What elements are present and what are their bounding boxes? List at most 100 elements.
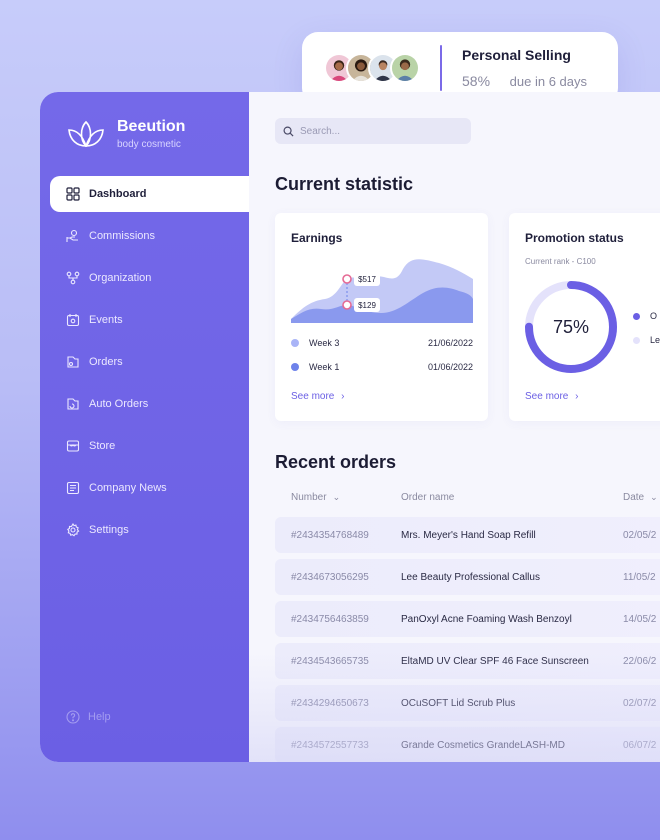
promotion-subtitle: Current rank - C100 [525,257,596,266]
hand-coin-icon [66,229,78,242]
order-date: 02/07/2 [623,697,657,709]
promotion-see-more-link[interactable]: See more › [525,391,578,402]
news-icon [66,481,80,495]
search-bar [275,118,471,144]
sidebar-item-label: Settings [89,524,129,536]
sidebar-item-label: Events [89,314,123,326]
order-name: Lee Beauty Professional Callus [401,571,540,583]
earnings-card: Earnings $517 $129 Week 3 21/06/2022 Wee… [275,213,488,421]
order-date: 02/05/2 [623,529,657,541]
app-window: Beeution body cosmetic Dashboard Commiss… [40,92,660,762]
promotion-donut-chart: 75% [525,281,617,373]
brand[interactable]: Beeution body cosmetic [65,118,185,150]
legend-dot [291,363,299,371]
help-link[interactable]: Help [66,710,111,724]
table-row[interactable]: #2434572557733 Grande Cosmetics GrandeLA… [275,727,660,762]
earnings-title: Earnings [291,231,343,245]
main-content: Current statistic Earnings $517 $129 Wee… [249,92,660,762]
sidebar-item-dashboard[interactable]: Dashboard [50,176,249,212]
legend-dot [633,336,640,344]
legend-week-3: Week 3 21/06/2022 [291,338,473,348]
legend-dot [291,339,299,347]
promotion-title: Promotion status [525,231,624,245]
gear-icon [67,523,80,537]
column-header-number[interactable]: Number ⌄ [291,492,340,503]
order-date: 22/06/2 [623,655,657,667]
chevron-down-icon: ⌄ [332,492,341,502]
order-name: PanOxyl Acne Foaming Wash Benzoyl [401,613,572,625]
promotion-status-card: Promotion status Current rank - C100 75%… [509,213,660,421]
order-number: #2434673056295 [291,571,369,583]
search-input[interactable] [300,125,460,137]
table-row[interactable]: #2434543665735 EltaMD UV Clear SPF 46 Fa… [275,643,660,679]
due-text: due in 6 days [509,74,587,89]
see-more-label: See more [525,391,569,402]
sidebar-item-company-news[interactable]: Company News [50,470,249,506]
help-label: Help [88,711,111,723]
earnings-see-more-link[interactable]: See more › [291,391,344,402]
order-name: EltaMD UV Clear SPF 46 Face Sunscreen [401,655,589,667]
auto-orders-icon [67,398,79,410]
sidebar-item-events[interactable]: Events [50,302,249,338]
chart-label-bottom: $129 [358,301,376,310]
order-number: #2434572557733 [291,739,369,751]
legend-date: 01/06/2022 [427,362,473,372]
sidebar-nav: Dashboard Commissions Organization Event… [50,176,249,554]
chevron-right-icon: › [575,391,579,402]
promotion-legend-2: Le [633,335,660,345]
recent-orders-title: Recent orders [275,452,397,472]
store-icon [66,440,80,452]
order-number: #2434756463859 [291,613,369,625]
sidebar-item-organization[interactable]: Organization [50,260,249,296]
chevron-down-icon: ⌄ [650,492,658,502]
column-label: Number [291,492,327,503]
help-icon [66,710,80,724]
legend-label: O [650,311,658,321]
org-icon [66,271,80,285]
personal-selling-title: Personal Selling [462,47,571,63]
sidebar-item-commissions[interactable]: Commissions [50,218,249,254]
promotion-legend-1: O [633,311,657,321]
order-number: #2434294650673 [291,697,369,709]
table-row[interactable]: #2434756463859 PanOxyl Acne Foaming Wash… [275,601,660,637]
brand-tagline: body cosmetic [117,139,181,150]
divider [440,45,442,91]
column-label: Date [623,492,645,503]
sidebar: Beeution body cosmetic Dashboard Commiss… [40,92,249,762]
legend-label: Week 3 [309,338,340,348]
sidebar-item-settings[interactable]: Settings [50,512,249,548]
column-header-date[interactable]: Date ⌄ [623,492,658,503]
table-row[interactable]: #2434354768489 Mrs. Meyer's Hand Soap Re… [275,517,660,553]
personal-selling-percent: 58% [462,73,491,89]
legend-dot [633,312,640,320]
chart-label-top: $517 [358,275,376,284]
sidebar-item-auto-orders[interactable]: Auto Orders [50,386,249,422]
legend-date: 21/06/2022 [427,338,473,348]
chart-point-bottom[interactable] [342,300,352,310]
order-number: #2434354768489 [291,529,369,541]
sidebar-item-orders[interactable]: Orders [50,344,249,380]
table-row[interactable]: #2434294650673 OCuSOFT Lid Scrub Plus 02… [275,685,660,721]
sidebar-item-label: Auto Orders [89,398,149,410]
table-row[interactable]: #2434673056295 Lee Beauty Professional C… [275,559,660,595]
chart-point-top[interactable] [342,274,352,284]
current-statistic-title: Current statistic [275,174,414,194]
sidebar-item-label: Organization [89,272,152,284]
promotion-percent: 75% [553,317,589,337]
order-name: Mrs. Meyer's Hand Soap Refill [401,529,536,541]
order-name: Grande Cosmetics GrandeLASH-MD [401,739,565,751]
brand-name: Beeution [117,118,186,135]
legend-label: Le [650,335,660,345]
legend-week-1: Week 1 01/06/2022 [291,362,473,372]
earnings-area-chart: $517 $129 [291,259,473,323]
chevron-right-icon: › [341,391,345,402]
sidebar-item-label: Commissions [89,230,156,242]
sidebar-item-label: Orders [89,356,123,368]
order-date: 14/05/2 [623,613,657,625]
avatar [390,53,420,83]
column-header-order-name: Order name [401,492,454,503]
sidebar-item-store[interactable]: Store [50,428,249,464]
avatar-group [324,53,420,83]
order-number: #2434543665735 [291,655,369,667]
order-date: 11/05/2 [623,571,656,583]
